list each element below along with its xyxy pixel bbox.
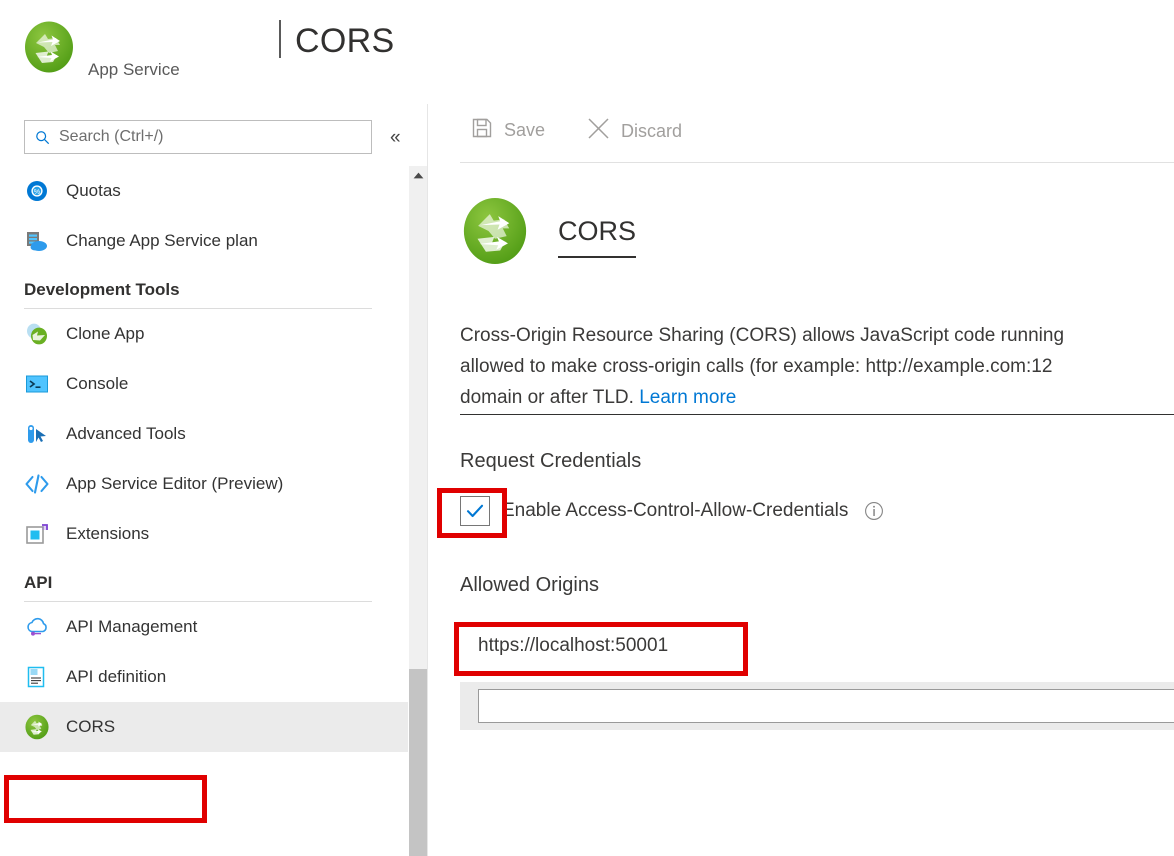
description-line-2: allowed to make cross-origin calls (for … [460, 356, 1053, 377]
allowed-origins-heading: Allowed Origins [460, 574, 599, 596]
app-service-cors-logo-icon [22, 20, 76, 74]
blade-header: App Service CORS [0, 0, 1174, 100]
blade-sidebar: « % Quotas Change App Service plan Developm… [0, 104, 428, 856]
sidebar-group-title: API [24, 573, 53, 592]
scrollbar-thumb[interactable] [409, 669, 428, 856]
sidebar-item-extensions[interactable]: Extensions [0, 509, 408, 559]
discard-label: Discard [621, 120, 683, 141]
description-divider [460, 414, 1174, 415]
page-title: CORS [295, 22, 395, 60]
search-input[interactable] [59, 128, 349, 146]
sidebar-item-label: Advanced Tools [66, 424, 186, 443]
enable-credentials-label[interactable]: Enable Access-Control-Allow-Credentials [502, 500, 848, 522]
azure-portal-cors-blade: App Service CORS « % Quotas Change App Ser… [0, 0, 1174, 856]
code-editor-icon [24, 471, 50, 497]
sidebar-item-api-management[interactable]: API Management [0, 602, 408, 652]
sidebar-group-api: API [0, 559, 408, 602]
api-definition-icon [24, 664, 50, 690]
api-management-icon [24, 614, 50, 640]
save-label: Save [504, 120, 546, 140]
sidebar-item-label: API Management [66, 617, 198, 636]
enable-credentials-checkbox[interactable] [460, 496, 490, 526]
sidebar-item-label: App Service Editor (Preview) [66, 474, 284, 493]
sidebar-item-label: API definition [66, 667, 167, 686]
discard-icon [586, 116, 611, 146]
sidebar-item-cors[interactable]: CORS [0, 702, 408, 752]
checkmark-icon [466, 504, 484, 518]
quotas-icon: % [24, 178, 50, 204]
scroll-up-arrow-icon[interactable] [409, 166, 428, 184]
section-title: CORS [558, 215, 637, 246]
save-button[interactable]: Save [470, 116, 545, 145]
collapse-sidebar-button[interactable]: « [390, 128, 401, 147]
command-bar: Save Discard [428, 104, 1174, 160]
save-icon [470, 116, 494, 145]
discard-button[interactable]: Discard [586, 116, 682, 146]
advanced-tools-icon [24, 421, 50, 447]
cors-description: Cross-Origin Resource Sharing (CORS) all… [460, 320, 1174, 413]
description-line-1: Cross-Origin Resource Sharing (CORS) all… [460, 325, 1065, 346]
sidebar-item-label: Clone App [66, 324, 145, 343]
clone-app-icon [24, 321, 50, 347]
sidebar-search-row: « [0, 112, 408, 160]
description-line-3-text: domain or after TLD. [460, 387, 640, 408]
title-separator-bar [279, 20, 281, 58]
request-credentials-heading: Request Credentials [460, 450, 642, 472]
command-bar-divider [460, 162, 1174, 163]
svg-text:%: % [34, 189, 40, 196]
sidebar-item-console[interactable]: Console [0, 359, 408, 409]
info-icon[interactable] [864, 501, 884, 521]
page-title-wrap: CORS [279, 14, 394, 61]
sidebar-item-label: CORS [66, 717, 116, 736]
sidebar-item-label: Change App Service plan [66, 231, 258, 250]
sidebar-group-title: Development Tools [24, 280, 180, 299]
section-title-underline [558, 255, 637, 258]
cors-icon [24, 714, 50, 740]
sidebar-item-app-service-editor-preview[interactable]: App Service Editor (Preview) [0, 459, 408, 509]
sidebar-item-quotas[interactable]: % Quotas [0, 166, 408, 216]
search-icon [35, 130, 50, 145]
allowed-origin-new-row [460, 682, 1174, 730]
sidebar-item-change-app-service-plan[interactable]: Change App Service plan [0, 216, 408, 266]
resource-type-label: App Service [88, 60, 180, 79]
sidebar-item-label: Extensions [66, 524, 150, 543]
learn-more-link[interactable]: Learn more [639, 387, 736, 408]
sidebar-scrollbar[interactable] [408, 166, 428, 856]
enable-credentials-row: Enable Access-Control-Allow-Credentials [460, 496, 884, 526]
sidebar-group-development-tools: Development Tools [0, 266, 408, 309]
sidebar-nav-list: % Quotas Change App Service plan Developmen… [0, 166, 408, 856]
cors-logo-icon [460, 196, 530, 266]
allowed-origin-value[interactable]: https://localhost:50001 [478, 635, 668, 657]
allowed-origin-input[interactable] [478, 689, 1174, 723]
section-title-wrap: CORS [558, 215, 637, 258]
description-line-3: domain or after TLD. Learn more [460, 382, 1174, 413]
console-icon [24, 371, 50, 397]
app-service-plan-icon [24, 228, 50, 254]
sidebar-item-advanced-tools[interactable]: Advanced Tools [0, 409, 408, 459]
section-header: CORS [460, 196, 637, 266]
sidebar-item-label: Quotas [66, 181, 121, 200]
search-box[interactable] [24, 120, 372, 154]
cors-content-pane: Save Discard CORS Cross-Origin Resource … [428, 104, 1174, 856]
sidebar-item-clone-app[interactable]: Clone App [0, 309, 408, 359]
sidebar-item-label: Console [66, 374, 129, 393]
sidebar-item-api-definition[interactable]: API definition [0, 652, 408, 702]
extensions-icon [24, 521, 50, 547]
